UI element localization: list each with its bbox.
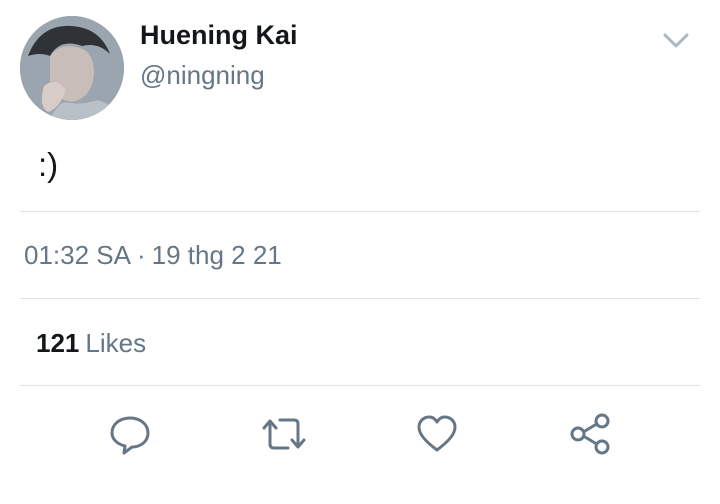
tweet-header: Huening Kai @ningning bbox=[0, 0, 720, 130]
divider bbox=[20, 298, 700, 299]
share-icon bbox=[570, 413, 610, 455]
retweet-icon bbox=[262, 418, 306, 450]
meta-separator: · bbox=[136, 240, 146, 270]
likes-count: 121 bbox=[36, 328, 80, 358]
tweet-text: :) bbox=[38, 146, 59, 183]
user-handle[interactable]: @ningning bbox=[140, 60, 265, 91]
divider bbox=[20, 385, 700, 386]
share-button[interactable] bbox=[562, 406, 618, 462]
divider bbox=[20, 211, 700, 212]
chevron-down-icon[interactable] bbox=[660, 28, 692, 52]
action-bar bbox=[0, 406, 720, 466]
like-button[interactable] bbox=[409, 406, 465, 462]
likes-stat[interactable]: 121 Likes bbox=[36, 328, 146, 359]
retweet-button[interactable] bbox=[256, 406, 312, 462]
reply-icon bbox=[110, 416, 150, 455]
likes-label: Likes bbox=[85, 328, 147, 358]
avatar[interactable] bbox=[20, 16, 124, 120]
heart-icon bbox=[417, 415, 457, 452]
tweet-date: 19 thg 2 21 bbox=[151, 240, 282, 270]
reply-button[interactable] bbox=[102, 406, 158, 462]
display-name[interactable]: Huening Kai bbox=[140, 20, 298, 51]
tweet-timestamp[interactable]: 01:32 SA · 19 thg 2 21 bbox=[24, 240, 282, 271]
tweet-time: 01:32 SA bbox=[24, 240, 131, 270]
